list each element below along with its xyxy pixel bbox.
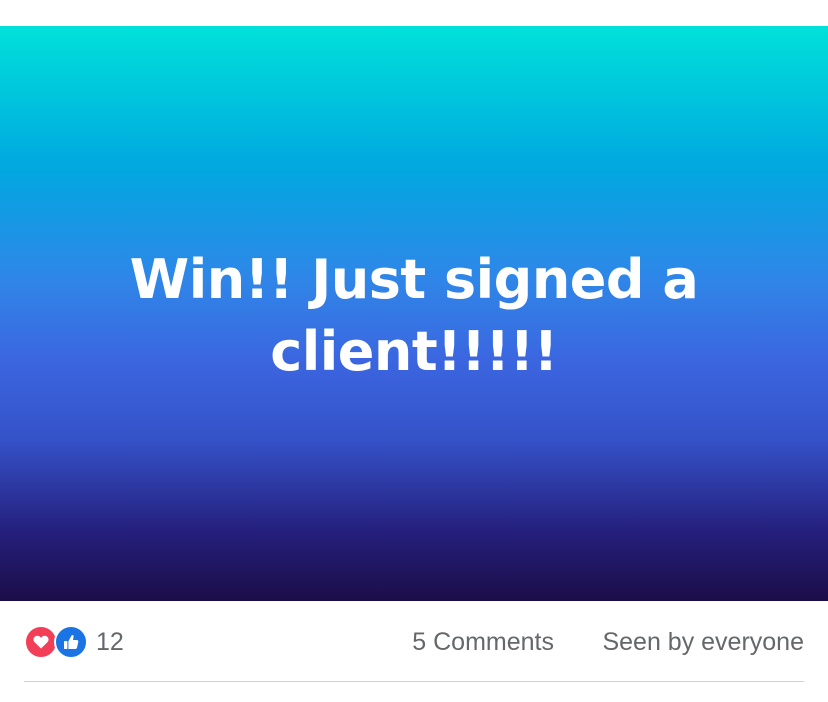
- comments-link[interactable]: 5 Comments: [412, 628, 554, 657]
- reaction-icons[interactable]: [24, 625, 90, 659]
- reactions-bar: 12 5 Comments Seen by everyone: [24, 622, 804, 662]
- reaction-count[interactable]: 12: [96, 628, 124, 657]
- previous-post-cutoff: [0, 0, 828, 26]
- love-icon: [24, 625, 58, 659]
- post-background-image[interactable]: Win!! Just signed a client!!!!!: [0, 26, 828, 601]
- like-icon: [54, 625, 88, 659]
- seen-by-label[interactable]: Seen by everyone: [602, 628, 804, 657]
- divider: [24, 681, 804, 682]
- post-text: Win!! Just signed a client!!!!!: [129, 247, 699, 383]
